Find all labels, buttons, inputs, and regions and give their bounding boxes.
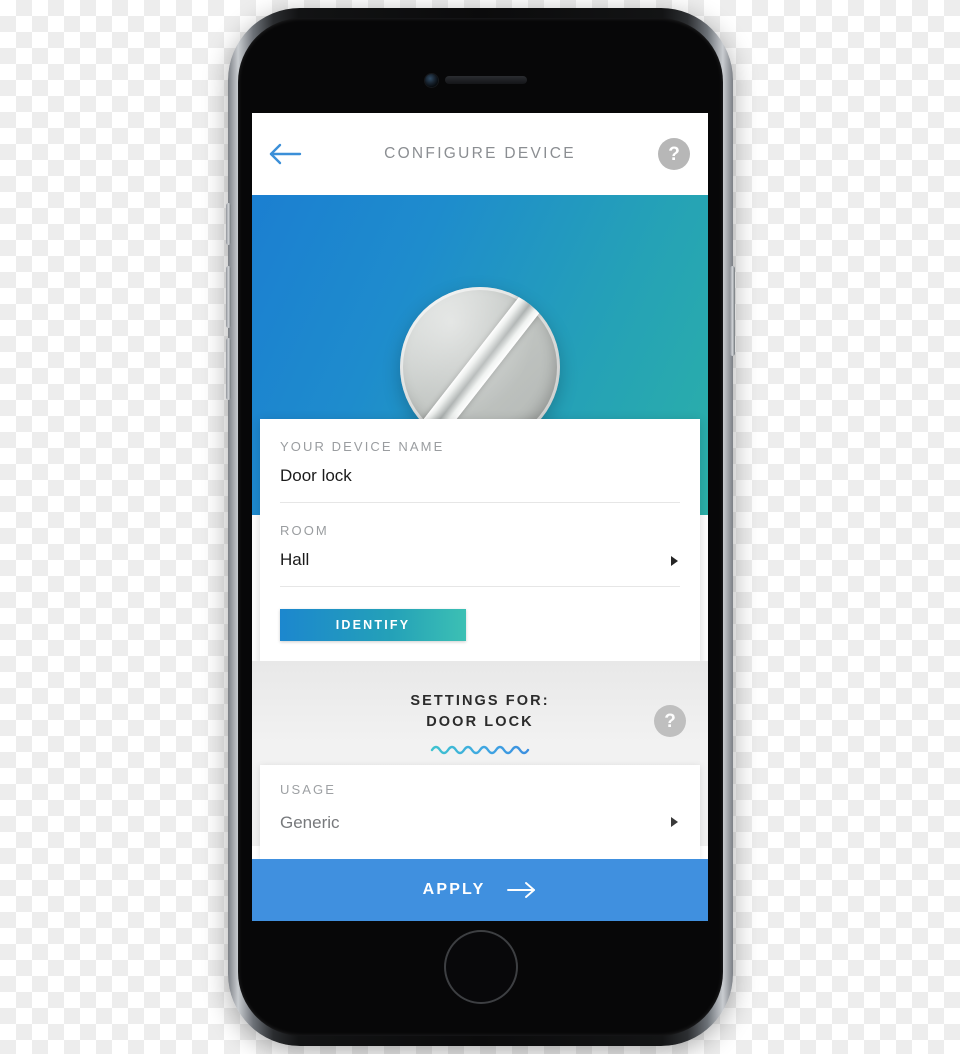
help-button[interactable]: ? xyxy=(658,138,690,170)
usage-value: Generic xyxy=(280,813,340,832)
apply-button[interactable]: APPLY xyxy=(252,859,708,921)
wavy-divider-icon xyxy=(430,745,530,755)
chevron-right-icon[interactable] xyxy=(671,817,678,827)
arrow-left-icon[interactable] xyxy=(268,143,302,165)
home-button[interactable] xyxy=(443,930,518,1004)
settings-heading-line1: SETTINGS FOR: xyxy=(410,693,550,709)
volume-down-button[interactable] xyxy=(226,338,231,400)
settings-help-button[interactable]: ? xyxy=(654,705,686,737)
help-icon: ? xyxy=(668,143,680,165)
room-field[interactable]: ROOM Hall xyxy=(280,503,680,587)
app-header: CONFIGURE DEVICE ? xyxy=(252,113,708,195)
chevron-right-icon[interactable] xyxy=(671,556,678,566)
apply-button-label: APPLY xyxy=(422,881,486,898)
usage-field[interactable]: USAGE Generic xyxy=(280,765,680,849)
phone-device-frame: CONFIGURE DEVICE ? YOUR DEVICE NAME Door… xyxy=(226,8,735,1046)
settings-heading-line2: DOOR LOCK xyxy=(426,714,534,730)
usage-label: USAGE xyxy=(280,782,337,797)
mute-switch[interactable] xyxy=(226,203,231,245)
identify-button[interactable]: IDENTIFY xyxy=(280,609,466,641)
power-button[interactable] xyxy=(730,266,735,356)
page-title: CONFIGURE DEVICE xyxy=(384,145,576,162)
room-value: Hall xyxy=(280,550,310,569)
identify-button-label: IDENTIFY xyxy=(335,618,411,632)
settings-heading: SETTINGS FOR: DOOR LOCK xyxy=(252,661,708,733)
arrow-right-icon xyxy=(507,882,536,898)
device-name-field[interactable]: YOUR DEVICE NAME Door lock xyxy=(280,419,680,503)
phone-screen: CONFIGURE DEVICE ? YOUR DEVICE NAME Door… xyxy=(252,113,708,921)
device-name-input[interactable]: Door lock xyxy=(280,466,680,486)
usage-card[interactable]: USAGE Generic xyxy=(260,765,700,860)
room-label: ROOM xyxy=(280,523,329,538)
volume-up-button[interactable] xyxy=(226,266,231,328)
device-name-label: YOUR DEVICE NAME xyxy=(280,439,445,454)
device-settings-card: YOUR DEVICE NAME Door lock ROOM Hall IDE… xyxy=(260,419,700,667)
front-camera-icon xyxy=(424,74,438,87)
earpiece-speaker xyxy=(444,76,527,84)
help-icon: ? xyxy=(664,710,676,732)
